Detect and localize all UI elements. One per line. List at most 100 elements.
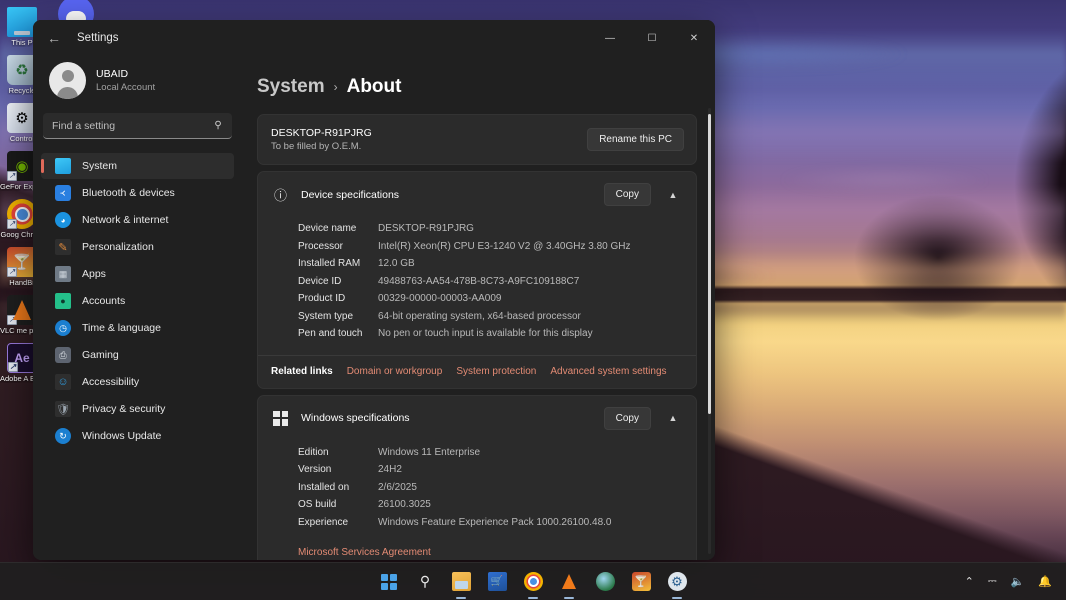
link-microsoft-services-agreement[interactable]: Microsoft Services Agreement	[298, 546, 684, 560]
taskbar-microsoft-store-button[interactable]: 🛒	[484, 569, 510, 595]
spec-key: System type	[298, 310, 354, 322]
spec-row: Experience Windows Feature Experience Pa…	[298, 514, 684, 532]
shortcut-arrow-icon: ↗	[7, 171, 17, 181]
gear-icon: ⚙	[667, 572, 687, 591]
copy-device-specs-button[interactable]: Copy	[603, 183, 651, 206]
windows-specifications-rows: Edition Windows 11 Enterprise Version 24…	[258, 441, 696, 542]
app-title: Settings	[77, 32, 119, 44]
spec-value: 26100.3025	[378, 499, 431, 510]
search-box[interactable]: ⚲	[43, 113, 232, 139]
shortcut-arrow-icon: ↗	[8, 362, 18, 372]
chevron-up-icon[interactable]: ▲	[662, 184, 684, 206]
taskbar-idm-button[interactable]	[592, 569, 618, 595]
device-specifications-card: ⓘ Device specifications Copy ▲ Device na…	[257, 171, 697, 389]
pc-name: DESKTOP-R91PJRG	[271, 127, 372, 139]
taskbar-handbrake-button[interactable]: 🍸	[628, 569, 654, 595]
spec-key: OS build	[298, 499, 337, 510]
settings-content: System › About DESKTOP-R91PJRG To be fil…	[242, 56, 715, 560]
spec-key: Installed RAM	[298, 258, 361, 269]
spec-key: Installed on	[298, 481, 350, 493]
scrollbar-thumb[interactable]	[708, 114, 711, 414]
back-arrow-icon[interactable]: ←	[39, 23, 69, 53]
volume-icon[interactable]: 🔈	[1005, 569, 1031, 595]
sidebar-item-network-internet[interactable]: ◕ Network & internet	[41, 207, 234, 233]
breadcrumb-parent[interactable]: System	[257, 76, 325, 98]
account-summary[interactable]: UBAID Local Account	[41, 56, 234, 113]
taskbar-search-button[interactable]: ⚲	[412, 569, 438, 595]
sidebar-item-windows-update[interactable]: ↻ Windows Update	[41, 423, 234, 449]
spec-key: Device name	[298, 223, 357, 234]
chrome-icon	[523, 572, 543, 591]
settings-window: ← Settings — ☐ ✕ UBAID Local Account Fin…	[33, 20, 715, 560]
breadcrumb-separator-icon: ›	[333, 80, 338, 94]
sidebar-item-bluetooth-devices[interactable]: ᚜ Bluetooth & devices	[41, 180, 234, 206]
sidebar-nav: System ᚜ Bluetooth & devices ◕ Network &…	[41, 153, 234, 449]
store-bag-icon: 🛒	[487, 572, 507, 591]
sidebar-item-label: Bluetooth & devices	[82, 187, 175, 199]
spec-key: Edition	[298, 446, 329, 458]
page-title: About	[346, 76, 402, 97]
sidebar-item-label: Apps	[82, 268, 106, 280]
minimize-button[interactable]: —	[589, 20, 631, 56]
pc-name-card: DESKTOP-R91PJRG To be filled by O.E.M. R…	[257, 114, 697, 165]
spec-value: 2/6/2025	[378, 481, 417, 493]
vlc-cone-icon	[560, 572, 579, 591]
sidebar-item-personalization[interactable]: ✎ Personalization	[41, 234, 234, 260]
spec-key: Version	[298, 464, 332, 475]
spec-value: 24H2	[378, 464, 402, 475]
device-specifications-header[interactable]: ⓘ Device specifications Copy ▲	[258, 172, 696, 217]
taskbar-vlc-button[interactable]	[556, 569, 582, 595]
spec-value: 00329-00000-00003-AA009	[378, 293, 502, 304]
windows-specifications-header[interactable]: Windows specifications Copy ▲	[258, 396, 696, 441]
sidebar-item-apps[interactable]: ▦ Apps	[41, 261, 234, 287]
link-system-protection[interactable]: System protection	[456, 366, 536, 377]
close-button[interactable]: ✕	[673, 20, 715, 56]
bluetooth-icon: ᚜	[55, 185, 71, 201]
apps-grid-icon: ▦	[55, 266, 71, 282]
link-domain-or-workgroup[interactable]: Domain or workgroup	[347, 366, 443, 377]
maximize-button[interactable]: ☐	[631, 20, 673, 56]
sidebar-item-label: Time & language	[82, 322, 161, 334]
sidebar-item-time-language[interactable]: ◷ Time & language	[41, 315, 234, 341]
sidebar-item-privacy-security[interactable]: 🛡 Privacy & security	[41, 396, 234, 422]
show-hidden-icons-button[interactable]: ⌃	[959, 569, 980, 595]
related-links-row: Related links Domain or workgroup System…	[258, 356, 696, 388]
windows-start-icon	[381, 573, 397, 590]
shortcut-arrow-icon: ↗	[7, 219, 17, 229]
accessibility-icon: ☺	[55, 374, 71, 390]
copy-windows-specs-button[interactable]: Copy	[603, 406, 651, 430]
search-input[interactable]	[43, 119, 232, 132]
sidebar-item-label: Gaming	[82, 349, 119, 361]
spec-key: Experience	[298, 516, 349, 528]
update-refresh-icon: ↻	[55, 428, 71, 444]
search-icon[interactable]: ⚲	[210, 118, 226, 134]
person-icon: ●	[55, 293, 71, 309]
spec-value: 64-bit operating system, x64-based proce…	[378, 310, 581, 322]
device-specifications-rows: Device name DESKTOP-R91PJRG Processor In…	[258, 217, 696, 353]
sidebar-item-accounts[interactable]: ● Accounts	[41, 288, 234, 314]
related-links-label: Related links	[271, 365, 333, 377]
paintbrush-icon: ✎	[55, 239, 71, 255]
sidebar-item-system[interactable]: System	[41, 153, 234, 179]
taskbar-chrome-button[interactable]	[520, 569, 546, 595]
network-icon[interactable]: ⎓	[982, 569, 1003, 595]
wifi-icon: ◕	[55, 212, 71, 228]
sidebar-item-accessibility[interactable]: ☺ Accessibility	[41, 369, 234, 395]
rename-pc-button[interactable]: Rename this PC	[587, 128, 684, 151]
taskbar-file-explorer-button[interactable]	[448, 569, 474, 595]
breadcrumb: System › About	[257, 56, 697, 114]
spec-row: Installed RAM 12.0 GB	[298, 255, 684, 273]
sidebar-item-gaming[interactable]: ⎙ Gaming	[41, 342, 234, 368]
window-titlebar: ← Settings — ☐ ✕	[33, 20, 715, 56]
info-circle-icon: ⓘ	[273, 188, 287, 203]
chevron-up-icon[interactable]: ▲	[662, 407, 684, 429]
shortcut-arrow-icon: ↗	[7, 315, 17, 325]
link-advanced-system-settings[interactable]: Advanced system settings	[550, 366, 666, 377]
taskbar-start-button[interactable]	[376, 569, 402, 595]
spec-key: Product ID	[298, 293, 346, 304]
spec-row: System type 64-bit operating system, x64…	[298, 308, 684, 326]
taskbar-buttons: ⚲ 🛒 🍸 ⚙	[376, 569, 690, 595]
spec-row: OS build 26100.3025	[298, 496, 684, 514]
notifications-icon[interactable]: 🔔	[1032, 569, 1058, 595]
taskbar-settings-button[interactable]: ⚙	[664, 569, 690, 595]
